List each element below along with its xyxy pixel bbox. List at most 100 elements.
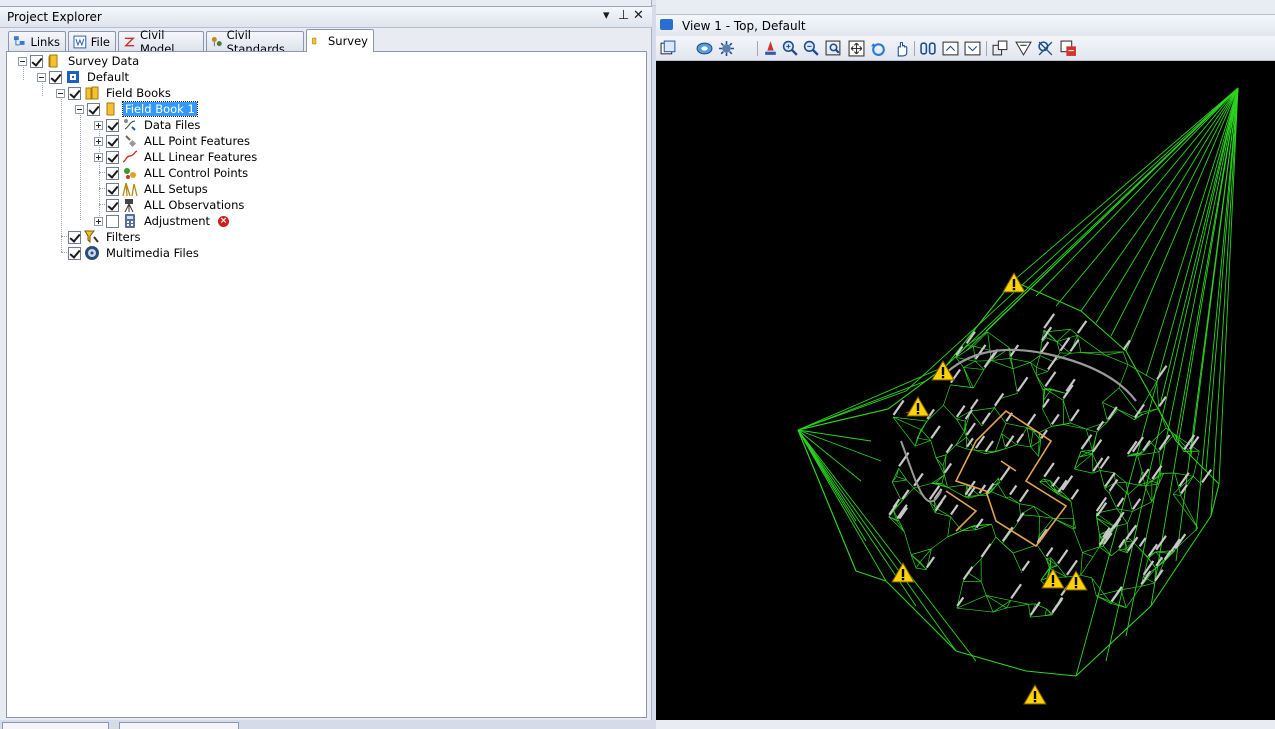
tree-item-label: Filters <box>106 230 141 244</box>
tree-item-label: ALL Linear Features <box>144 150 258 164</box>
project-explorer-titlebar: Project Explorer ▾ ⊥ ✕ <box>0 6 652 28</box>
bottom-tab-2[interactable] <box>119 722 239 729</box>
tree-checkbox[interactable] <box>68 246 81 260</box>
project-icon <box>67 71 79 83</box>
survey-icon <box>311 37 317 45</box>
view-title: View 1 - Top, Default <box>682 19 806 33</box>
tree-checkbox[interactable] <box>49 70 62 84</box>
linear-features-icon <box>122 150 138 163</box>
view-window-icon <box>660 19 673 30</box>
civil-model-icon <box>124 37 135 46</box>
view-display-icon[interactable] <box>718 40 735 57</box>
tree-item-label: Survey Data <box>68 54 140 68</box>
tree-item-label: Adjustment <box>144 214 211 228</box>
tree-item-label: ALL Point Features <box>144 134 250 148</box>
panel-dropdown-icon[interactable]: ▾ <box>603 8 610 23</box>
tree-item-data-files[interactable]: Data Files <box>94 117 202 133</box>
copy-view-icon[interactable] <box>964 40 981 57</box>
tree-item-field-book-1[interactable]: Field Book 1 <box>75 101 198 117</box>
project-explorer-panel: Project Explorer ▾ ⊥ ✕ Links File Civil … <box>0 0 652 729</box>
tree-item-all-point-features[interactable]: ALL Point Features <box>94 133 252 149</box>
explorer-tabs: Links File Civil Model Civil Standards S… <box>6 28 646 56</box>
tree-checkbox[interactable] <box>68 86 81 100</box>
clip-mask-icon[interactable] <box>1015 40 1032 57</box>
tab-civil-standards[interactable]: Civil Standards <box>206 28 304 56</box>
tree-item-multimedia-files[interactable]: Multimedia Files <box>56 245 201 261</box>
point-features-icon <box>125 135 137 148</box>
tree-item-all-control-points[interactable]: ALL Control Points <box>94 165 250 181</box>
tree-item-all-setups[interactable]: ALL Setups <box>94 181 210 197</box>
tree-item-field-books[interactable]: Field Books <box>56 85 173 101</box>
tree-item-label-selected: Field Book 1 <box>122 101 198 117</box>
survey-tin-mesh <box>797 87 1239 705</box>
tree-item-label: Multimedia Files <box>106 246 199 260</box>
view-toolbar <box>656 36 1275 61</box>
update-view-icon[interactable] <box>762 40 779 57</box>
tree-checkbox[interactable] <box>87 102 100 116</box>
view-groups-icon[interactable] <box>1037 40 1054 57</box>
tree-item-label: ALL Control Points <box>144 166 249 180</box>
setups-icon <box>122 182 138 197</box>
expand-icon[interactable] <box>94 136 103 146</box>
tree-checkbox[interactable] <box>106 182 119 196</box>
tab-label: Links <box>30 34 60 49</box>
tree-checkbox[interactable] <box>30 54 43 68</box>
expand-icon[interactable] <box>94 216 103 226</box>
collapse-icon[interactable] <box>75 104 84 114</box>
tab-civil-model[interactable]: Civil Model <box>118 28 204 56</box>
multimedia-icon <box>85 246 99 260</box>
view-window: View 1 - Top, Default <box>656 0 1275 729</box>
tab-links[interactable]: Links <box>8 31 66 51</box>
tree-item-label: Default <box>87 70 130 84</box>
close-icon[interactable]: ✕ <box>633 8 644 23</box>
tree-checkbox[interactable] <box>106 214 119 228</box>
project-explorer-title: Project Explorer <box>7 10 102 24</box>
tree-checkbox[interactable] <box>106 118 119 132</box>
tab-label: Survey <box>327 34 368 48</box>
zoom-in-icon[interactable] <box>782 40 799 57</box>
tree-item-default[interactable]: Default <box>37 69 131 85</box>
pin-icon[interactable]: ⊥ <box>618 8 629 23</box>
tab-label: File <box>90 34 110 49</box>
window-area-icon[interactable] <box>825 40 842 57</box>
tree-item-label: Data Files <box>144 118 201 132</box>
zoom-out-icon[interactable] <box>803 40 820 57</box>
tree-item-survey-data[interactable]: Survey Data <box>18 53 141 69</box>
display-style-icon[interactable] <box>696 40 713 57</box>
field-book-icon <box>106 102 115 116</box>
view-next-icon[interactable] <box>942 40 959 57</box>
fit-view-icon[interactable] <box>848 40 865 57</box>
tree-checkbox[interactable] <box>68 230 81 244</box>
tree-checkbox[interactable] <box>106 134 119 148</box>
view-canvas[interactable] <box>656 61 1275 720</box>
adjustment-icon <box>125 214 135 228</box>
collapse-icon[interactable] <box>37 72 46 82</box>
field-books-icon <box>85 86 99 100</box>
tab-survey[interactable]: Survey <box>306 29 374 52</box>
tree-checkbox[interactable] <box>106 198 119 212</box>
save-view-icon[interactable] <box>1060 40 1077 57</box>
tree-item-all-observations[interactable]: ALL Observations <box>94 197 246 213</box>
collapse-icon[interactable] <box>56 88 65 98</box>
rotate-view-icon[interactable] <box>870 40 887 57</box>
tree-item-label: Field Books <box>106 86 171 100</box>
control-points-icon <box>124 168 136 179</box>
tree-item-adjustment[interactable]: Adjustment × <box>94 213 230 229</box>
expand-icon[interactable] <box>94 120 103 130</box>
tree-checkbox[interactable] <box>106 166 119 180</box>
civil-standards-icon <box>211 36 222 46</box>
tab-file[interactable]: File <box>68 31 116 51</box>
view-attributes-icon[interactable] <box>660 40 677 57</box>
tree-item-all-linear-features[interactable]: ALL Linear Features <box>94 149 259 165</box>
tree-item-label: ALL Observations <box>144 198 245 212</box>
clip-volume-icon[interactable] <box>992 40 1009 57</box>
expand-icon[interactable] <box>94 152 103 162</box>
collapse-icon[interactable] <box>18 56 27 66</box>
tree-checkbox[interactable] <box>106 150 119 164</box>
bottom-tab-1[interactable] <box>2 722 109 729</box>
tree-item-filters[interactable]: Filters <box>56 229 142 245</box>
view-previous-icon[interactable] <box>920 40 937 57</box>
pan-view-icon[interactable] <box>894 40 911 57</box>
folder-icon <box>48 54 58 68</box>
tree-item-label: ALL Setups <box>144 182 208 196</box>
